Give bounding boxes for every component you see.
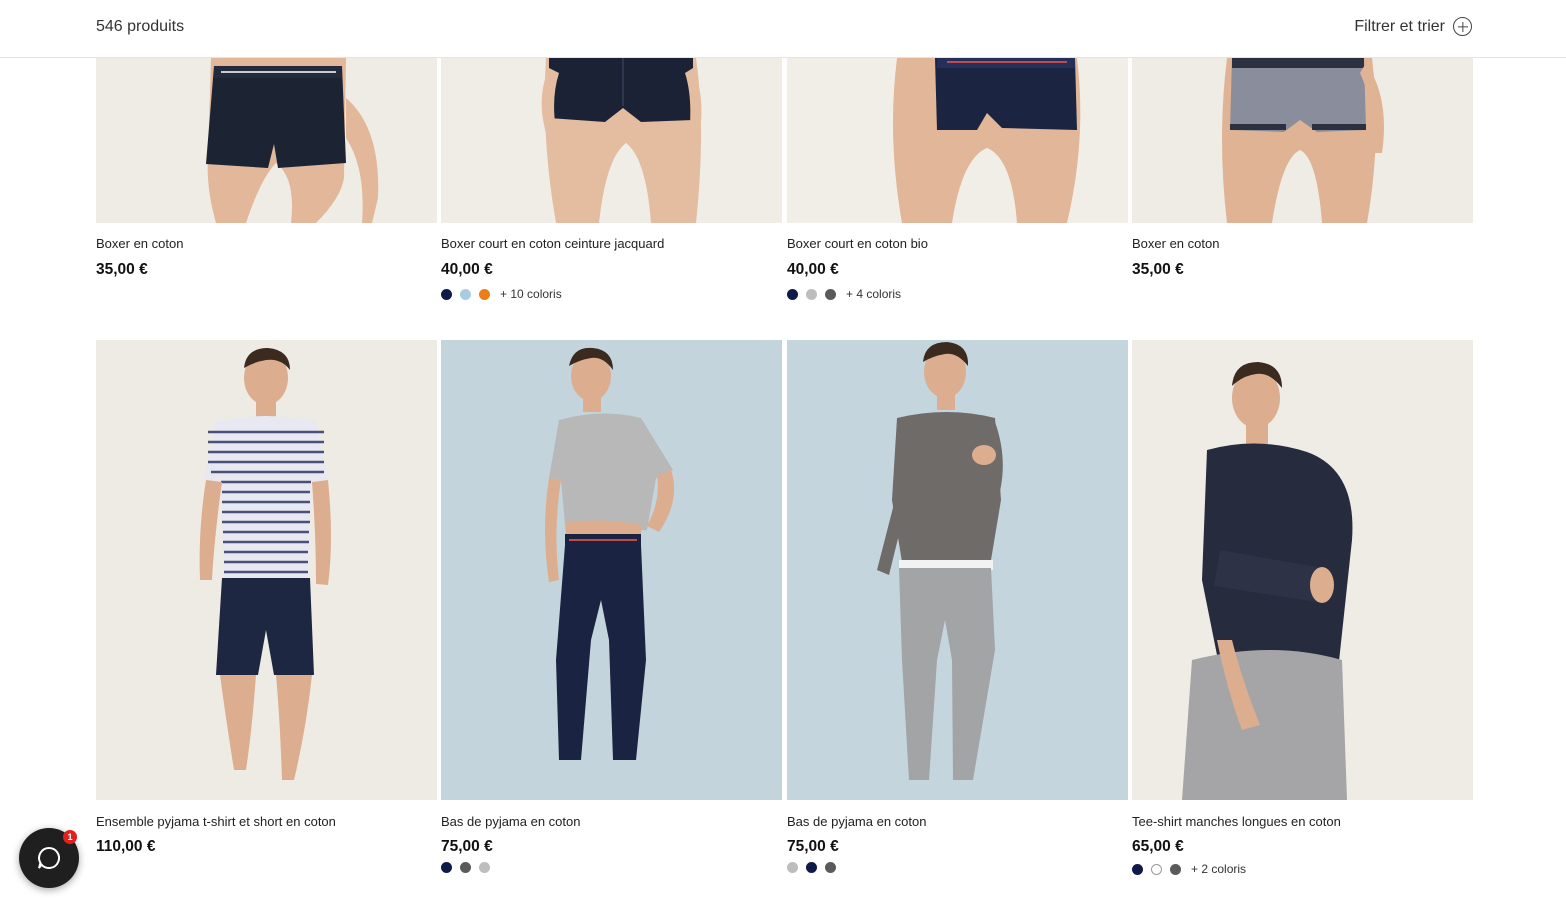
color-swatch[interactable] xyxy=(1170,863,1181,875)
product-price: 35,00 € xyxy=(1132,261,1184,278)
product-price: 75,00 € xyxy=(787,838,839,855)
filter-sort-button[interactable]: Filtrer et trier xyxy=(1354,17,1472,36)
color-swatch[interactable] xyxy=(479,862,490,873)
product-image[interactable] xyxy=(96,58,437,223)
product-name[interactable]: Bas de pyjama en coton xyxy=(787,814,926,829)
product-price: 110,00 € xyxy=(96,838,156,855)
color-swatch[interactable] xyxy=(460,862,471,873)
product-card[interactable]: Bas de pyjama en coton 75,00 € xyxy=(787,340,1128,873)
chat-bubble-icon xyxy=(38,846,60,869)
product-card[interactable]: Boxer court en coton ceinture jacquard 4… xyxy=(441,58,782,301)
more-colors-link[interactable]: + 2 coloris xyxy=(1191,862,1246,876)
product-card[interactable]: Ensemble pyjama t-shirt et short en coto… xyxy=(96,340,437,855)
product-name[interactable]: Tee-shirt manches longues en coton xyxy=(1132,814,1341,829)
product-image[interactable] xyxy=(96,340,437,800)
color-swatch[interactable] xyxy=(1132,863,1143,875)
product-card[interactable]: Bas de pyjama en coton 75,00 € xyxy=(441,340,782,873)
product-card[interactable]: Boxer en coton 35,00 € xyxy=(1132,58,1473,278)
color-swatch[interactable] xyxy=(787,288,798,300)
product-name[interactable]: Boxer en coton xyxy=(1132,236,1219,251)
product-price: 75,00 € xyxy=(441,838,493,855)
product-price: 40,00 € xyxy=(787,261,839,278)
product-image[interactable] xyxy=(1132,58,1473,223)
product-price: 65,00 € xyxy=(1132,838,1184,855)
product-price: 35,00 € xyxy=(96,261,148,278)
color-swatch[interactable] xyxy=(806,288,817,300)
product-name[interactable]: Boxer court en coton bio xyxy=(787,236,928,251)
product-name[interactable]: Boxer en coton xyxy=(96,236,183,251)
product-card[interactable]: Boxer court en coton bio 40,00 € + 4 col… xyxy=(787,58,1128,301)
filter-sort-label: Filtrer et trier xyxy=(1354,17,1445,35)
product-name[interactable]: Bas de pyjama en coton xyxy=(441,814,580,829)
color-swatch[interactable] xyxy=(825,288,836,300)
product-image[interactable] xyxy=(441,340,782,800)
chat-button[interactable]: 1 xyxy=(19,828,79,888)
color-swatch[interactable] xyxy=(441,288,452,300)
more-colors-link[interactable]: + 4 coloris xyxy=(846,287,901,301)
product-image[interactable] xyxy=(1132,340,1473,800)
color-swatches: + 4 coloris xyxy=(787,287,901,301)
color-swatches xyxy=(787,862,836,873)
color-swatches: + 2 coloris xyxy=(1132,862,1246,876)
more-colors-link[interactable]: + 10 coloris xyxy=(500,287,562,301)
color-swatch[interactable] xyxy=(479,288,490,300)
product-image[interactable] xyxy=(787,58,1128,223)
product-name[interactable]: Ensemble pyjama t-shirt et short en coto… xyxy=(96,814,336,829)
color-swatches: + 10 coloris xyxy=(441,287,562,301)
color-swatches xyxy=(441,862,490,873)
color-swatch[interactable] xyxy=(806,862,817,873)
product-card[interactable]: Tee-shirt manches longues en coton 65,00… xyxy=(1132,340,1473,876)
plus-circle-icon xyxy=(1453,17,1472,36)
product-image[interactable] xyxy=(441,58,782,223)
product-name[interactable]: Boxer court en coton ceinture jacquard xyxy=(441,236,664,251)
color-swatch[interactable] xyxy=(825,862,836,873)
product-card[interactable]: Boxer en coton 35,00 € xyxy=(96,58,437,278)
product-count: 546 produits xyxy=(96,18,185,35)
notification-badge: 1 xyxy=(63,830,77,844)
product-price: 40,00 € xyxy=(441,261,493,278)
color-swatch[interactable] xyxy=(1151,863,1162,875)
color-swatch[interactable] xyxy=(441,862,452,873)
color-swatch[interactable] xyxy=(460,288,471,300)
color-swatch[interactable] xyxy=(787,862,798,873)
product-image[interactable] xyxy=(787,340,1128,800)
results-toolbar: 546 produits Filtrer et trier xyxy=(0,0,1566,58)
